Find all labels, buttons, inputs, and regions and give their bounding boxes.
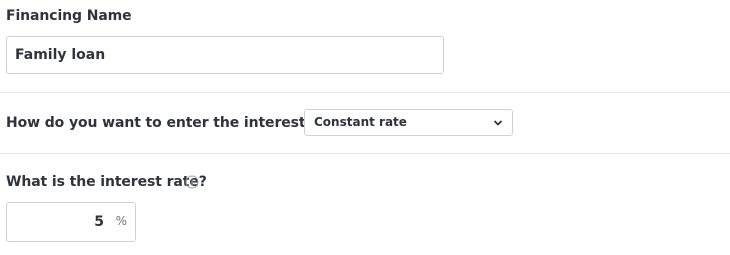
interest-rate-label: What is the interest rate? [6,174,207,190]
rate-entry-selected-value: Constant rate [314,115,407,129]
financing-name-label: Financing Name [6,8,132,24]
rate-entry-question: How do you want to enter the interest ra… [6,115,351,131]
section-divider [0,153,730,154]
interest-rate-input[interactable]: 5 % [6,202,136,242]
info-icon[interactable] [185,175,199,189]
financing-name-input[interactable] [6,36,444,74]
chevron-down-icon [494,120,502,126]
interest-rate-value: 5 [94,214,104,230]
rate-entry-select[interactable]: Constant rate [304,109,513,136]
section-divider [0,92,730,93]
interest-rate-unit: % [115,214,127,228]
